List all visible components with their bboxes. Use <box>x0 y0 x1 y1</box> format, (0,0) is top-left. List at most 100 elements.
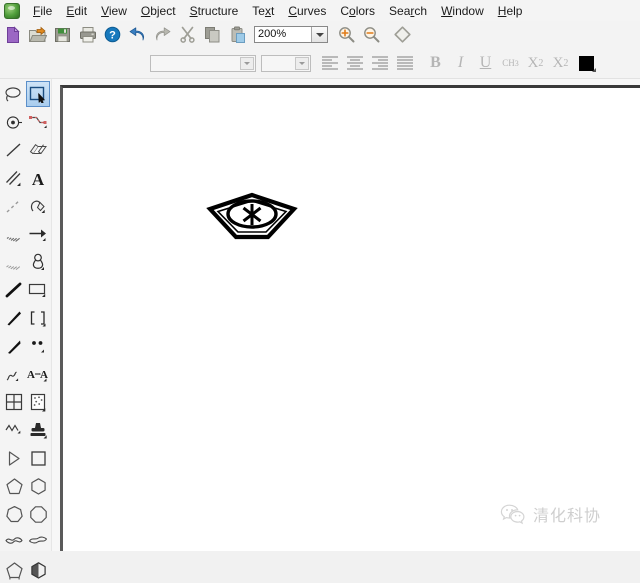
hashed-bond-icon <box>6 265 21 270</box>
menu-item-edit[interactable]: Edit <box>59 2 94 20</box>
atom-label-map-tool[interactable]: A A <box>26 361 50 387</box>
menu-item-text[interactable]: Text <box>245 2 281 20</box>
solid-bond-tool[interactable] <box>2 137 26 163</box>
wave-icon <box>28 536 48 544</box>
subscript-button[interactable]: X2 <box>523 52 548 74</box>
svg-text:?: ? <box>109 30 116 42</box>
printer-icon <box>79 27 96 43</box>
squiggle-chain-tool[interactable] <box>2 417 26 443</box>
wavy-bond-tool[interactable] <box>2 361 26 387</box>
template-page-tool[interactable] <box>26 389 50 415</box>
heptagon-tool[interactable] <box>2 501 26 527</box>
italic-label: I <box>457 54 464 71</box>
squiggle-chain-icon <box>5 424 21 434</box>
cut-button[interactable] <box>175 22 200 47</box>
text-color-swatch[interactable] <box>573 52 599 74</box>
align-justify-button[interactable] <box>392 52 417 74</box>
save-document-button[interactable] <box>50 22 75 47</box>
help-button[interactable]: ? <box>100 22 125 47</box>
superscript-digit: 2 <box>563 57 569 69</box>
font-family-combo[interactable] <box>150 54 256 72</box>
table-tool[interactable] <box>2 389 26 415</box>
pentagon-ring-structure[interactable] <box>206 192 298 242</box>
orbital-tool[interactable] <box>26 249 50 275</box>
align-right-button[interactable] <box>367 52 392 74</box>
open-document-button[interactable] <box>25 22 50 47</box>
wedge-bond-icon <box>7 311 21 326</box>
zoom-out-button[interactable] <box>359 22 384 47</box>
triangle-tool[interactable] <box>2 445 26 471</box>
zoom-dropdown-arrow[interactable] <box>311 27 327 42</box>
ribbon-tool[interactable] <box>2 529 26 555</box>
cyclohexane-3d-tool[interactable] <box>26 557 50 583</box>
hashed-bond-tool[interactable] <box>2 249 26 275</box>
cyclopentane-tool[interactable] <box>2 557 26 583</box>
menu-item-help[interactable]: Help <box>491 2 530 20</box>
pentagon-icon <box>5 477 23 494</box>
diamond-icon <box>394 26 411 43</box>
color-swatch-fill <box>578 55 594 71</box>
formula-button[interactable]: CH 3 <box>498 52 523 74</box>
dot-charge-icon <box>32 341 44 353</box>
menu-item-window[interactable]: Window <box>434 2 491 20</box>
text-tool[interactable]: A <box>26 165 50 191</box>
zoom-level-combo[interactable]: 200% <box>254 26 328 43</box>
dashed-bond-tool[interactable] <box>2 193 26 219</box>
menu-item-object[interactable]: Object <box>134 2 183 20</box>
canvas-area[interactable] <box>52 79 640 551</box>
chain-bond-tool[interactable] <box>26 109 50 135</box>
underline-button[interactable]: U <box>473 52 498 74</box>
undo-button[interactable] <box>125 22 150 47</box>
octagon-tool[interactable] <box>26 501 50 527</box>
lasso-select-tool[interactable] <box>2 81 26 107</box>
pen-tool[interactable] <box>26 193 50 219</box>
eraser-tool[interactable] <box>26 137 50 163</box>
square-tool[interactable] <box>26 445 50 471</box>
arrow-tool[interactable] <box>26 221 50 247</box>
bold-button[interactable]: B <box>423 52 448 74</box>
hashed-wedge-tool[interactable] <box>2 221 26 247</box>
redo-button[interactable] <box>150 22 175 47</box>
atom-map-icon: A A <box>27 369 48 382</box>
font-family-dropdown-arrow[interactable] <box>240 56 254 70</box>
menu-item-search[interactable]: Search <box>382 2 434 20</box>
arrow-icon <box>29 229 46 241</box>
font-size-combo[interactable] <box>261 54 311 72</box>
application-window: File Edit View Object Structure Text Cur… <box>0 0 640 579</box>
menu-item-view[interactable]: View <box>94 2 134 20</box>
marquee-select-tool[interactable] <box>26 81 50 107</box>
menu-item-curves[interactable]: Curves <box>281 2 333 20</box>
align-left-button[interactable] <box>317 52 342 74</box>
eraser-point-tool[interactable] <box>2 109 26 135</box>
wedge-narrow-tool[interactable] <box>2 333 26 359</box>
rectangle-frame-tool[interactable] <box>26 277 50 303</box>
zoom-in-button[interactable] <box>334 22 359 47</box>
wave-tool[interactable] <box>26 529 50 555</box>
dot-charge-tool[interactable] <box>26 333 50 359</box>
menu-item-file[interactable]: File <box>26 2 59 20</box>
hexagon-tool[interactable] <box>26 473 50 499</box>
menu-item-colors[interactable]: Colors <box>333 2 382 20</box>
formula-subscript: 3 <box>514 58 519 68</box>
new-document-button[interactable] <box>0 22 25 47</box>
template-page-icon <box>30 393 45 411</box>
pentagon-tool[interactable] <box>2 473 26 499</box>
align-center-button[interactable] <box>342 52 367 74</box>
document-page[interactable] <box>60 85 640 551</box>
paste-button[interactable] <box>225 22 250 47</box>
bracket-tool[interactable] <box>26 305 50 331</box>
bold-label: B <box>430 54 441 71</box>
print-button[interactable] <box>75 22 100 47</box>
multiple-bond-tool[interactable] <box>2 165 26 191</box>
menu-item-structure[interactable]: Structure <box>183 2 246 20</box>
stamp-tool[interactable] <box>26 417 50 443</box>
italic-button[interactable]: I <box>448 52 473 74</box>
bold-bond-tool[interactable] <box>2 277 26 303</box>
font-size-dropdown-arrow[interactable] <box>295 56 309 70</box>
wedge-bond-tool[interactable] <box>2 305 26 331</box>
superscript-button[interactable]: X2 <box>548 52 573 74</box>
copy-button[interactable] <box>200 22 225 47</box>
svg-text:A: A <box>32 170 45 187</box>
document-surface[interactable] <box>63 88 640 551</box>
diamond-tool-button[interactable] <box>390 22 415 47</box>
